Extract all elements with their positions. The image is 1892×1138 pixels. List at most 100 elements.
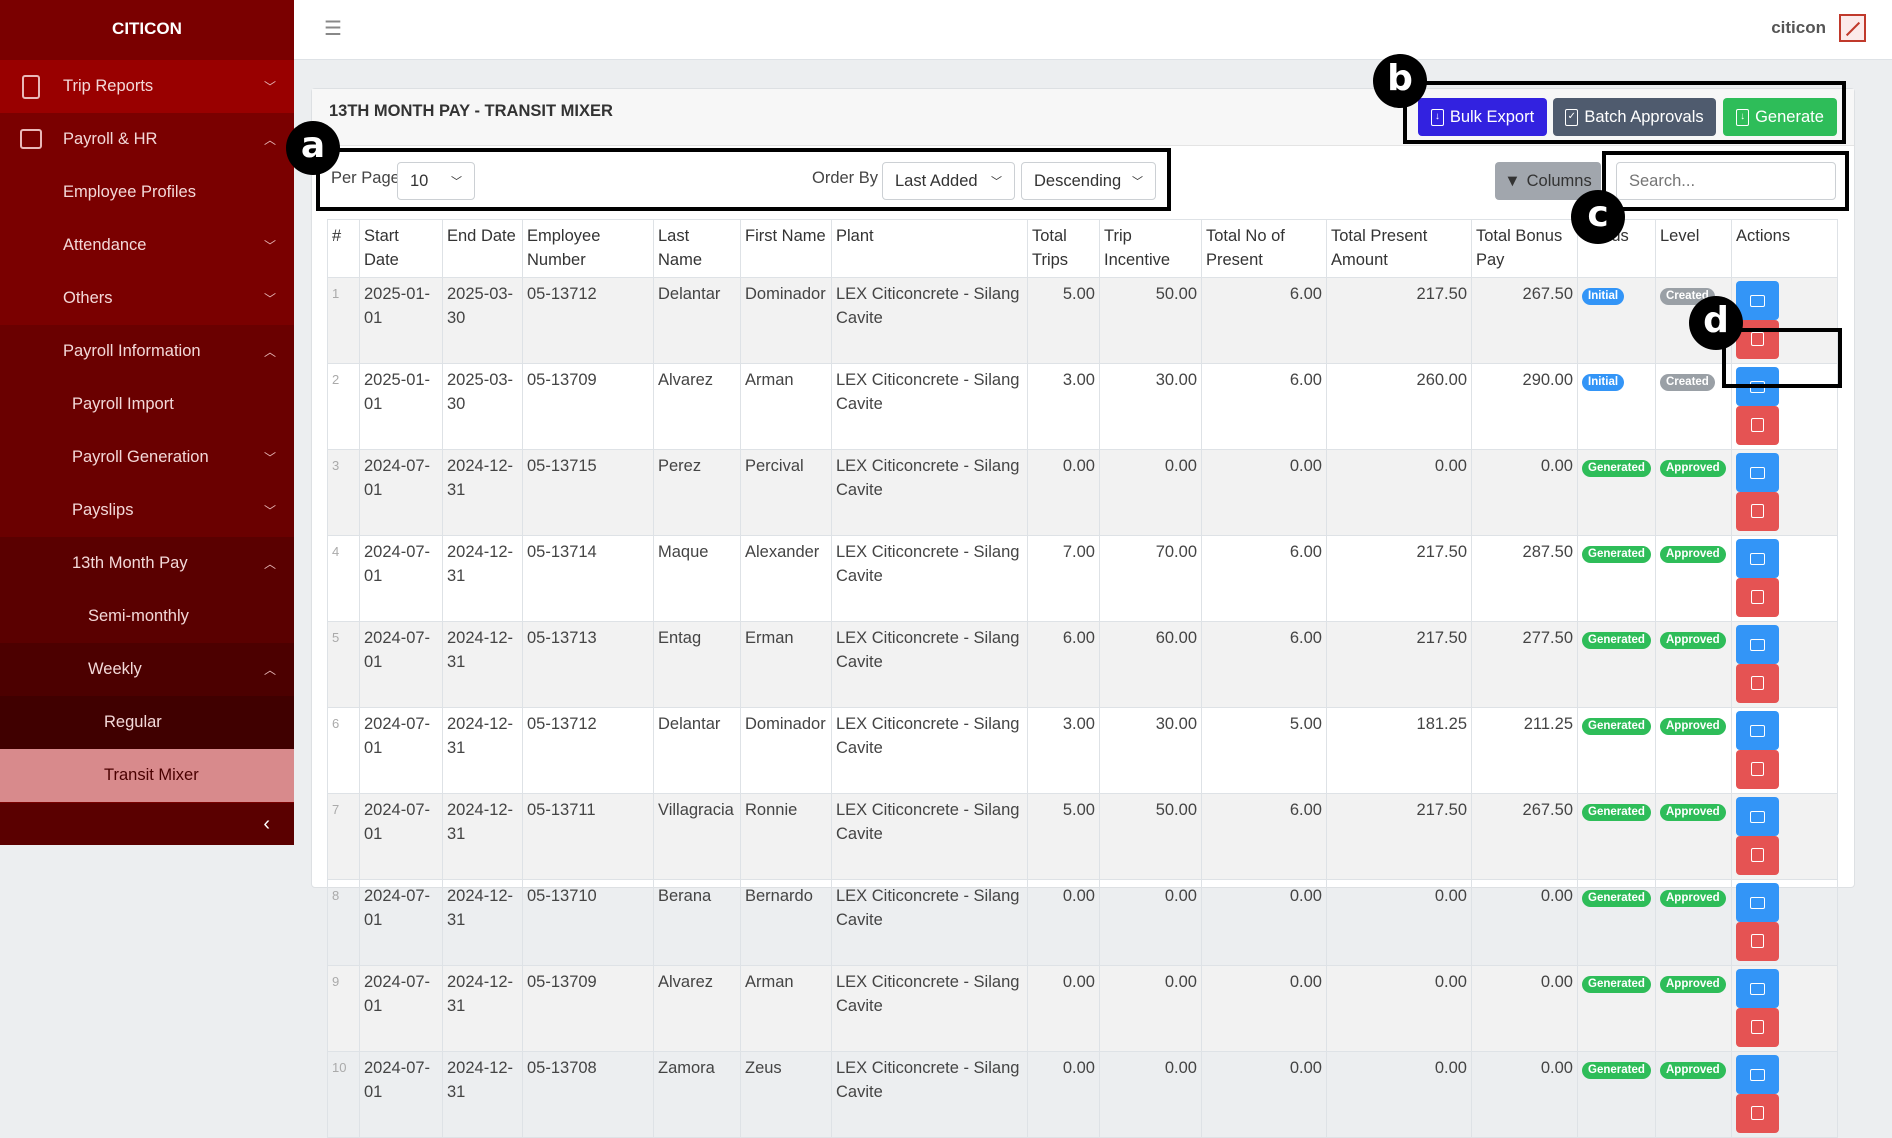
view-button[interactable] [1736, 539, 1779, 578]
table-cell: Dominador [741, 278, 832, 364]
brand-logo: CITICON [0, 0, 294, 60]
sidebar-item-transit-mixer[interactable]: Transit Mixer [0, 749, 294, 802]
table-cell: 0.00 [1202, 880, 1327, 966]
hamburger-menu-icon[interactable]: ☰ [324, 16, 342, 41]
sidebar-item-others[interactable]: Others﹀ [0, 272, 294, 325]
download-pdf-button[interactable] [1736, 578, 1779, 617]
file-download-icon: ↓ [1736, 109, 1749, 126]
status-cell: Generated [1578, 450, 1656, 536]
view-button[interactable] [1736, 625, 1779, 664]
column-header[interactable]: Total Trips [1028, 220, 1100, 278]
view-button[interactable] [1736, 1055, 1779, 1094]
status-cell: Initial [1578, 364, 1656, 450]
sidebar-item-13th-month-pay[interactable]: 13th Month Pay︿ [0, 537, 294, 590]
sidebar-item-payroll-information[interactable]: Payroll Information︿ [0, 325, 294, 378]
annotation-marker-b: b [1373, 54, 1427, 108]
table-cell: 217.50 [1327, 278, 1472, 364]
sidebar-item-payroll-generation[interactable]: Payroll Generation﹀ [0, 431, 294, 484]
column-header[interactable]: Trip Incentive [1100, 220, 1202, 278]
table-cell: 0.00 [1472, 880, 1578, 966]
download-pdf-button[interactable] [1736, 406, 1779, 445]
sidebar-item-regular[interactable]: Regular [0, 696, 294, 749]
download-pdf-button[interactable] [1736, 664, 1779, 703]
download-pdf-button[interactable] [1736, 836, 1779, 875]
column-header[interactable]: First Name [741, 220, 832, 278]
column-header[interactable]: Total Present Amount [1327, 220, 1472, 278]
sidebar-item-trip-reports[interactable]: Trip Reports﹀ [0, 60, 294, 113]
actions-cell [1732, 278, 1838, 364]
column-header[interactable]: Actions [1732, 220, 1838, 278]
order-by-select[interactable]: Last Added﹀ [882, 162, 1015, 200]
download-pdf-button[interactable] [1736, 1094, 1779, 1133]
column-header[interactable]: Plant [832, 220, 1028, 278]
table-cell: 277.50 [1472, 622, 1578, 708]
table-cell: 0.00 [1472, 966, 1578, 1052]
bulk-export-button[interactable]: ↓Bulk Export [1418, 98, 1547, 136]
table-cell: 0.00 [1100, 966, 1202, 1052]
column-header[interactable]: Total Bonus Pay [1472, 220, 1578, 278]
filter-icon: ▼ [1504, 172, 1520, 191]
level-cell: Approved [1656, 536, 1732, 622]
user-avatar-icon[interactable] [1839, 14, 1866, 42]
sidebar-item-weekly[interactable]: Weekly︿ [0, 643, 294, 696]
table-cell: 0.00 [1028, 1052, 1100, 1138]
table-cell: 10 [328, 1052, 360, 1138]
sidebar-item-payroll-import[interactable]: Payroll Import [0, 378, 294, 431]
table-cell: 0.00 [1100, 450, 1202, 536]
file-download-icon: ↓ [1431, 109, 1444, 126]
column-header[interactable]: Employee Number [523, 220, 654, 278]
view-button[interactable] [1736, 797, 1779, 836]
table-cell: 30.00 [1100, 708, 1202, 794]
table-cell: 6.00 [1202, 364, 1327, 450]
sidebar-collapse-button[interactable]: ‹ [0, 803, 294, 845]
download-pdf-button[interactable] [1736, 750, 1779, 789]
chevron-down-icon: ﹀ [264, 237, 276, 254]
view-button[interactable] [1736, 367, 1779, 406]
column-header[interactable]: Last Name [654, 220, 741, 278]
table-cell: Arman [741, 966, 832, 1052]
search-input[interactable] [1616, 162, 1836, 200]
download-pdf-button[interactable] [1736, 1008, 1779, 1047]
view-button[interactable] [1736, 281, 1779, 320]
column-header[interactable]: Level [1656, 220, 1732, 278]
per-page-label: Per Page [331, 169, 400, 188]
view-button[interactable] [1736, 883, 1779, 922]
sidebar-item-attendance[interactable]: Attendance﹀ [0, 219, 294, 272]
status-badge: Initial [1582, 288, 1624, 305]
batch-approvals-button[interactable]: ✓Batch Approvals [1553, 98, 1716, 136]
download-pdf-button[interactable] [1736, 922, 1779, 961]
column-header[interactable]: Total No of Present [1202, 220, 1327, 278]
sidebar-item-label: Trip Reports [63, 77, 153, 96]
column-header[interactable]: Start Date [360, 220, 443, 278]
sidebar-item-label: Payroll & HR [63, 130, 157, 149]
table-cell: 2024-12-31 [443, 966, 523, 1052]
sidebar-item-payslips[interactable]: Payslips﹀ [0, 484, 294, 537]
table-cell: Bernardo [741, 880, 832, 966]
level-cell: Approved [1656, 794, 1732, 880]
level-badge: Approved [1660, 632, 1726, 649]
generate-button[interactable]: ↓Generate [1723, 98, 1837, 136]
table-cell: 05-13712 [523, 278, 654, 364]
table-cell: 2024-07-01 [360, 794, 443, 880]
order-direction-select[interactable]: Descending﹀ [1021, 162, 1156, 200]
view-button[interactable] [1736, 453, 1779, 492]
per-page-select[interactable]: 10﹀ [397, 162, 475, 200]
table-cell: 2024-07-01 [360, 880, 443, 966]
sidebar-item-employee-profiles[interactable]: Employee Profiles [0, 166, 294, 219]
table-cell: 0.00 [1028, 450, 1100, 536]
order-direction-value: Descending [1034, 172, 1121, 191]
sidebar-item-payroll-hr[interactable]: Payroll & HR︿ [0, 113, 294, 166]
column-header[interactable]: # [328, 220, 360, 278]
view-button[interactable] [1736, 969, 1779, 1008]
table-cell: 2025-01-01 [360, 364, 443, 450]
user-name[interactable]: citicon [1771, 18, 1826, 38]
wallet-icon [20, 129, 42, 149]
download-pdf-button[interactable] [1736, 492, 1779, 531]
level-badge: Approved [1660, 460, 1726, 477]
file-download-icon [1751, 934, 1764, 948]
table-cell: 2024-12-31 [443, 794, 523, 880]
table-cell: 70.00 [1100, 536, 1202, 622]
sidebar-item-semi-monthly[interactable]: Semi-monthly [0, 590, 294, 643]
view-button[interactable] [1736, 711, 1779, 750]
column-header[interactable]: End Date [443, 220, 523, 278]
